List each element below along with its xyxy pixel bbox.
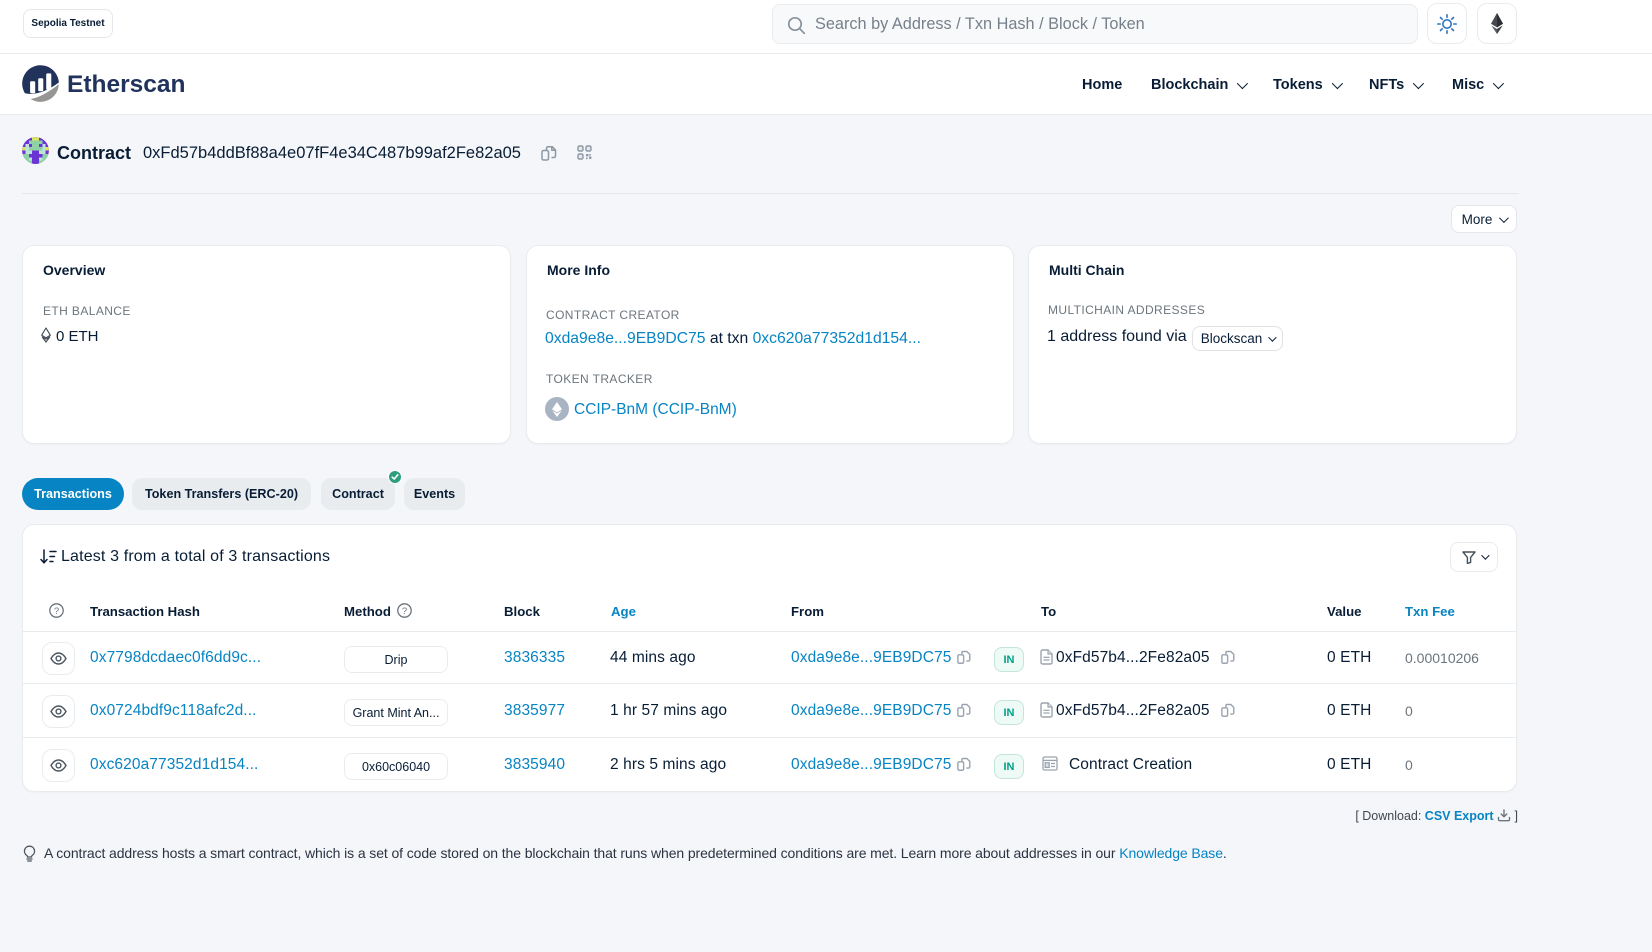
svg-text:?: ? bbox=[54, 606, 59, 617]
svg-text:?: ? bbox=[402, 606, 407, 617]
